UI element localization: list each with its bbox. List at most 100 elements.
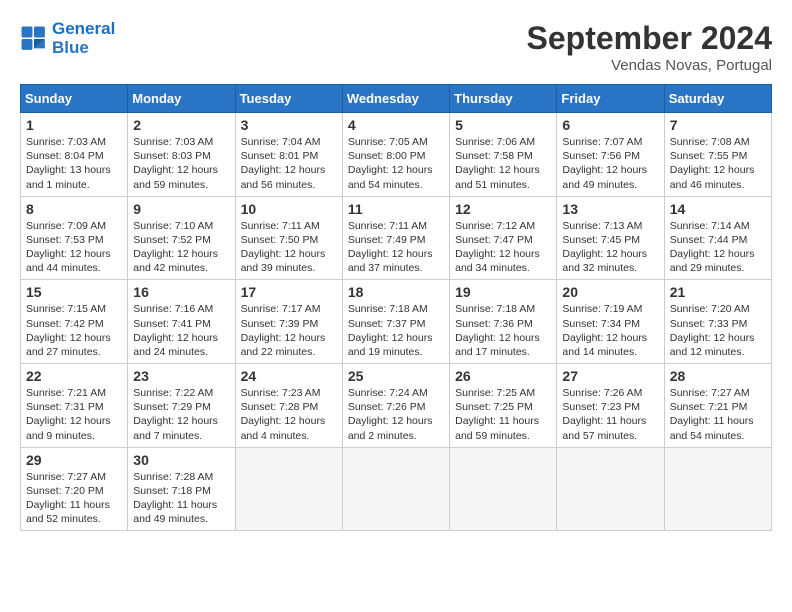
calendar-cell: 19Sunrise: 7:18 AMSunset: 7:36 PMDayligh… (450, 280, 557, 364)
calendar-cell: 5 Sunrise: 7:06 AMSunset: 7:58 PMDaylight… (450, 113, 557, 197)
day-number: 27 (562, 368, 658, 384)
calendar-week-row: 8 Sunrise: 7:09 AMSunset: 7:53 PMDaylight… (21, 196, 772, 280)
calendar-cell: 21 Sunrise: 7:20 AMSunset: 7:33 PMDayligh… (664, 280, 771, 364)
day-number: 18 (348, 284, 444, 300)
calendar-week-row: 29Sunrise: 7:27 AMSunset: 7:20 PMDayligh… (21, 447, 772, 531)
day-info: Sunrise: 7:11 AMSunset: 7:49 PMDaylight:… (348, 219, 444, 276)
calendar-cell: 11 Sunrise: 7:11 AMSunset: 7:49 PMDayligh… (342, 196, 449, 280)
day-info: Sunrise: 7:14 AMSunset: 7:44 PMDaylight:… (670, 219, 766, 276)
day-number: 21 (670, 284, 766, 300)
day-number: 20 (562, 284, 658, 300)
day-info: Sunrise: 7:28 AMSunset: 7:18 PMDaylight:… (133, 470, 229, 527)
day-info: Sunrise: 7:12 AMSunset: 7:47 PMDaylight:… (455, 219, 551, 276)
calendar-cell (664, 447, 771, 531)
day-info: Sunrise: 7:19 AMSunset: 7:34 PMDaylight:… (562, 302, 658, 359)
calendar-cell: 6 Sunrise: 7:07 AMSunset: 7:56 PMDaylight… (557, 113, 664, 197)
day-number: 9 (133, 201, 229, 217)
weekday-header-sunday: Sunday (21, 85, 128, 113)
calendar-cell: 12 Sunrise: 7:12 AMSunset: 7:47 PMDayligh… (450, 196, 557, 280)
calendar-cell: 24Sunrise: 7:23 AMSunset: 7:28 PMDayligh… (235, 364, 342, 448)
day-info: Sunrise: 7:10 AMSunset: 7:52 PMDaylight:… (133, 219, 229, 276)
day-info: Sunrise: 7:03 AMSunset: 8:04 PMDaylight:… (26, 135, 122, 192)
day-info: Sunrise: 7:17 AMSunset: 7:39 PMDaylight:… (241, 302, 337, 359)
day-number: 8 (26, 201, 122, 217)
day-info: Sunrise: 7:11 AMSunset: 7:50 PMDaylight:… (241, 219, 337, 276)
day-number: 7 (670, 117, 766, 133)
calendar-cell: 3 Sunrise: 7:04 AMSunset: 8:01 PMDaylight… (235, 113, 342, 197)
weekday-header-monday: Monday (128, 85, 235, 113)
calendar-cell: 20 Sunrise: 7:19 AMSunset: 7:34 PMDayligh… (557, 280, 664, 364)
logo-text: General Blue (52, 20, 115, 57)
logo-icon (20, 25, 48, 53)
day-info: Sunrise: 7:06 AMSunset: 7:58 PMDaylight:… (455, 135, 551, 192)
calendar-week-row: 1 Sunrise: 7:03 AMSunset: 8:04 PMDaylight… (21, 113, 772, 197)
day-number: 4 (348, 117, 444, 133)
day-info: Sunrise: 7:04 AMSunset: 8:01 PMDaylight:… (241, 135, 337, 192)
weekday-header-row: SundayMondayTuesdayWednesdayThursdayFrid… (21, 85, 772, 113)
day-number: 26 (455, 368, 551, 384)
day-number: 24 (241, 368, 337, 384)
calendar-cell: 8 Sunrise: 7:09 AMSunset: 7:53 PMDaylight… (21, 196, 128, 280)
day-info: Sunrise: 7:18 AMSunset: 7:37 PMDaylight:… (348, 302, 444, 359)
calendar-cell: 15 Sunrise: 7:15 AMSunset: 7:42 PMDayligh… (21, 280, 128, 364)
day-info: Sunrise: 7:25 AMSunset: 7:25 PMDaylight:… (455, 386, 551, 443)
day-info: Sunrise: 7:13 AMSunset: 7:45 PMDaylight:… (562, 219, 658, 276)
day-info: Sunrise: 7:05 AMSunset: 8:00 PMDaylight:… (348, 135, 444, 192)
day-info: Sunrise: 7:26 AMSunset: 7:23 PMDaylight:… (562, 386, 658, 443)
calendar-cell: 10 Sunrise: 7:11 AMSunset: 7:50 PMDayligh… (235, 196, 342, 280)
month-title: September 2024 (527, 20, 772, 57)
calendar-cell (235, 447, 342, 531)
calendar-cell: 18 Sunrise: 7:18 AMSunset: 7:37 PMDayligh… (342, 280, 449, 364)
day-number: 23 (133, 368, 229, 384)
calendar-cell: 30 Sunrise: 7:28 AMSunset: 7:18 PMDayligh… (128, 447, 235, 531)
weekday-header-thursday: Thursday (450, 85, 557, 113)
calendar-cell (557, 447, 664, 531)
title-block: September 2024 Vendas Novas, Portugal (527, 20, 772, 74)
day-number: 15 (26, 284, 122, 300)
calendar-table: SundayMondayTuesdayWednesdayThursdayFrid… (20, 84, 772, 531)
day-number: 5 (455, 117, 551, 133)
day-number: 10 (241, 201, 337, 217)
day-number: 1 (26, 117, 122, 133)
day-info: Sunrise: 7:08 AMSunset: 7:55 PMDaylight:… (670, 135, 766, 192)
weekday-header-friday: Friday (557, 85, 664, 113)
calendar-cell: 17Sunrise: 7:17 AMSunset: 7:39 PMDayligh… (235, 280, 342, 364)
calendar-cell: 16Sunrise: 7:16 AMSunset: 7:41 PMDayligh… (128, 280, 235, 364)
calendar-cell (342, 447, 449, 531)
day-info: Sunrise: 7:27 AMSunset: 7:21 PMDaylight:… (670, 386, 766, 443)
calendar-cell: 22 Sunrise: 7:21 AMSunset: 7:31 PMDayligh… (21, 364, 128, 448)
day-number: 3 (241, 117, 337, 133)
day-info: Sunrise: 7:09 AMSunset: 7:53 PMDaylight:… (26, 219, 122, 276)
day-number: 13 (562, 201, 658, 217)
calendar-cell (450, 447, 557, 531)
day-number: 2 (133, 117, 229, 133)
day-info: Sunrise: 7:20 AMSunset: 7:33 PMDaylight:… (670, 302, 766, 359)
day-number: 29 (26, 452, 122, 468)
day-number: 12 (455, 201, 551, 217)
weekday-header-tuesday: Tuesday (235, 85, 342, 113)
calendar-cell: 13 Sunrise: 7:13 AMSunset: 7:45 PMDayligh… (557, 196, 664, 280)
day-number: 22 (26, 368, 122, 384)
day-number: 25 (348, 368, 444, 384)
calendar-cell: 29Sunrise: 7:27 AMSunset: 7:20 PMDayligh… (21, 447, 128, 531)
calendar-week-row: 22 Sunrise: 7:21 AMSunset: 7:31 PMDayligh… (21, 364, 772, 448)
logo: General Blue (20, 20, 115, 57)
calendar-cell: 23 Sunrise: 7:22 AMSunset: 7:29 PMDayligh… (128, 364, 235, 448)
day-number: 30 (133, 452, 229, 468)
calendar-cell: 9 Sunrise: 7:10 AMSunset: 7:52 PMDaylight… (128, 196, 235, 280)
calendar-cell: 1 Sunrise: 7:03 AMSunset: 8:04 PMDaylight… (21, 113, 128, 197)
day-info: Sunrise: 7:03 AMSunset: 8:03 PMDaylight:… (133, 135, 229, 192)
day-info: Sunrise: 7:07 AMSunset: 7:56 PMDaylight:… (562, 135, 658, 192)
calendar-cell: 2 Sunrise: 7:03 AMSunset: 8:03 PMDaylight… (128, 113, 235, 197)
calendar-cell: 25Sunrise: 7:24 AMSunset: 7:26 PMDayligh… (342, 364, 449, 448)
day-number: 11 (348, 201, 444, 217)
day-info: Sunrise: 7:16 AMSunset: 7:41 PMDaylight:… (133, 302, 229, 359)
day-info: Sunrise: 7:15 AMSunset: 7:42 PMDaylight:… (26, 302, 122, 359)
day-info: Sunrise: 7:21 AMSunset: 7:31 PMDaylight:… (26, 386, 122, 443)
day-info: Sunrise: 7:22 AMSunset: 7:29 PMDaylight:… (133, 386, 229, 443)
day-number: 6 (562, 117, 658, 133)
day-info: Sunrise: 7:18 AMSunset: 7:36 PMDaylight:… (455, 302, 551, 359)
calendar-cell: 27 Sunrise: 7:26 AMSunset: 7:23 PMDayligh… (557, 364, 664, 448)
calendar-cell: 28Sunrise: 7:27 AMSunset: 7:21 PMDayligh… (664, 364, 771, 448)
page-header: General Blue September 2024 Vendas Novas… (20, 20, 772, 74)
